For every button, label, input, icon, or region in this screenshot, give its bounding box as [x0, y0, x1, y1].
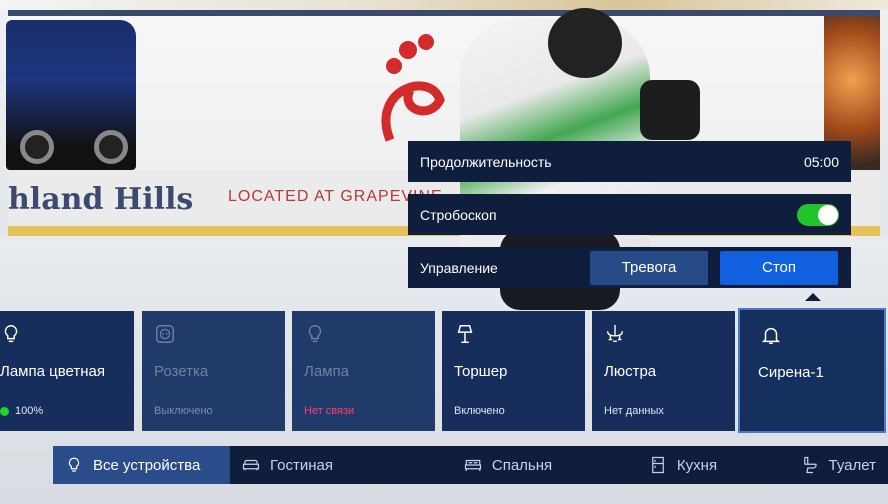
tab-label: Гостиная: [270, 456, 333, 474]
device-name: Сирена-1: [758, 364, 824, 381]
tab-label: Кухня: [676, 456, 718, 474]
chandelier-icon: [606, 324, 624, 343]
toilet-icon: [803, 456, 817, 474]
device-name: Торшер: [454, 363, 508, 380]
device-card-socket[interactable]: Розетка Выключено: [142, 311, 285, 431]
top-strip: [0, 0, 888, 10]
stop-button[interactable]: Стоп: [720, 250, 838, 285]
board-ad-text: hland Hills: [8, 182, 194, 217]
duration-value[interactable]: 05:00: [804, 154, 839, 170]
toggle-knob: [818, 204, 838, 225]
bed-icon: [464, 459, 481, 471]
player-glove: [640, 80, 700, 140]
player-helmet: [548, 8, 622, 78]
device-card-floor-lamp[interactable]: Торшер Включено: [442, 311, 585, 431]
tab-label: Туалет: [828, 456, 876, 474]
tab-all-devices[interactable]: Все устройства: [53, 446, 230, 484]
device-status: Выключено: [154, 405, 213, 417]
duration-row[interactable]: Продолжительность 05:00: [408, 141, 851, 182]
device-name: Розетка: [154, 363, 209, 380]
device-status: 100%: [0, 405, 43, 417]
tab-living-room[interactable]: Гостиная: [230, 446, 416, 484]
truck-wheel: [94, 130, 128, 164]
strobe-label: Стробоскоп: [420, 206, 497, 223]
device-name: Лампа: [304, 363, 349, 380]
bulb-icon: [68, 457, 80, 472]
room-tabs: Все устройства Гостиная Спальня Кухня Ту…: [53, 446, 888, 484]
device-name: Лампа цветная: [0, 363, 105, 380]
device-card-siren[interactable]: Сирена-1: [738, 308, 886, 433]
socket-icon: [156, 325, 174, 343]
duration-label: Продолжительность: [420, 153, 552, 170]
device-status: Нет данных: [604, 405, 664, 417]
truck-wheel: [20, 130, 54, 164]
strobe-toggle[interactable]: [797, 203, 839, 226]
alarm-button[interactable]: Тревога: [590, 250, 708, 285]
device-status-text: 100%: [15, 405, 44, 417]
device-card-chandelier[interactable]: Люстра Нет данных: [592, 311, 735, 431]
device-card-lamp[interactable]: Лампа Нет связи: [292, 311, 435, 431]
tab-kitchen[interactable]: Кухня: [600, 446, 766, 484]
fridge-icon: [652, 456, 664, 474]
floor-lamp-icon: [457, 325, 473, 343]
bell-icon: [761, 327, 781, 344]
device-status: Нет связи: [304, 405, 355, 417]
truck-ad-image: [6, 20, 136, 170]
tab-toilet[interactable]: Туалет: [766, 446, 888, 484]
bulb-icon: [4, 325, 18, 343]
tab-bedroom[interactable]: Спальня: [416, 446, 600, 484]
device-status: Включено: [454, 405, 505, 417]
device-card-color-lamp[interactable]: Лампа цветная 100%: [0, 311, 134, 431]
control-row: Управление Тревога Стоп: [408, 247, 851, 288]
device-name: Люстра: [604, 363, 657, 380]
strobe-row[interactable]: Стробоскоп: [408, 194, 851, 235]
popup-pointer: [805, 293, 821, 301]
tab-label: Все устройства: [93, 456, 201, 474]
online-dot: [0, 406, 9, 416]
bulb-icon: [308, 325, 322, 343]
tab-label: Спальня: [491, 456, 553, 474]
control-label: Управление: [420, 259, 498, 276]
sofa-icon: [242, 459, 260, 471]
